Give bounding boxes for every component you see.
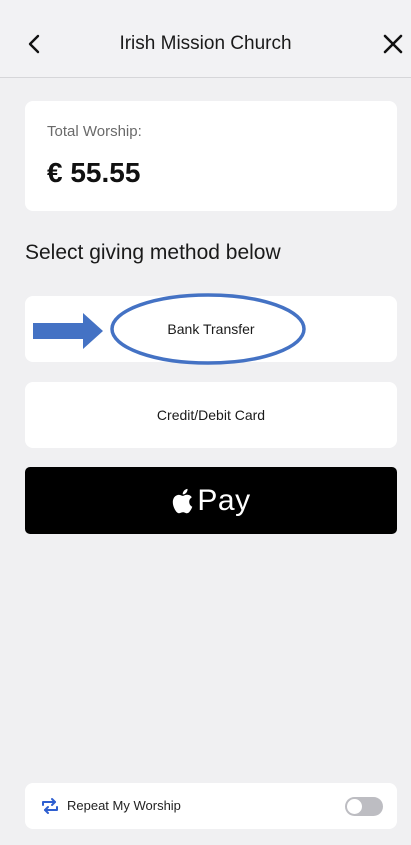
repeat-icon xyxy=(42,798,58,814)
apple-pay-button[interactable]: Pay xyxy=(25,467,397,534)
total-worship-label: Total Worship: xyxy=(47,123,142,140)
page-title: Irish Mission Church xyxy=(119,33,292,54)
section-title: Select giving method below xyxy=(25,241,281,264)
apple-pay-label: Pay xyxy=(197,483,251,517)
credit-debit-card-button[interactable]: Credit/Debit Card xyxy=(25,382,397,448)
repeat-worship-row: Repeat My Worship xyxy=(25,783,397,829)
close-button[interactable] xyxy=(379,29,407,59)
apple-logo-icon xyxy=(173,488,193,513)
annotation-arrow-icon xyxy=(33,313,103,349)
app-header: Irish Mission Church xyxy=(0,0,411,78)
credit-debit-card-label: Credit/Debit Card xyxy=(156,407,266,423)
repeat-worship-label: Repeat My Worship xyxy=(67,798,181,813)
annotation-highlight-ellipse xyxy=(110,293,306,365)
repeat-worship-toggle[interactable] xyxy=(345,797,383,816)
total-worship-amount: € 55.55 xyxy=(47,157,141,188)
total-worship-card: Total Worship: € 55.55 xyxy=(25,101,397,211)
toggle-knob xyxy=(347,799,362,814)
close-icon xyxy=(383,34,403,54)
